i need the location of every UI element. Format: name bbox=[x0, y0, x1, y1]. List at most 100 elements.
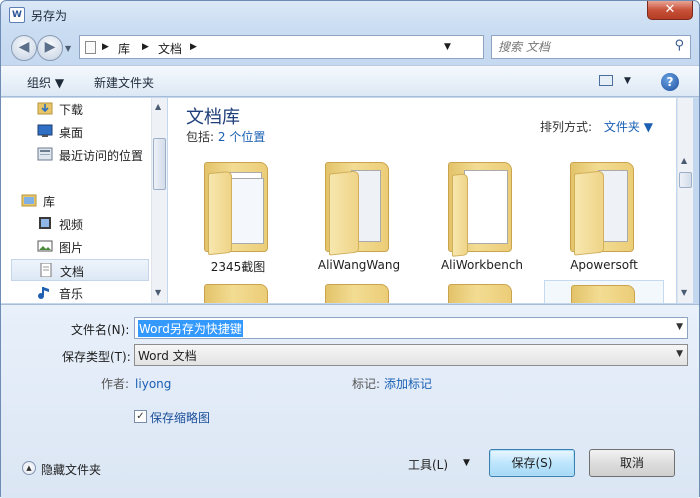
author-label: 作者: bbox=[101, 377, 130, 391]
save-button[interactable]: 保存(S) bbox=[489, 449, 575, 477]
library-title: 文档库 bbox=[186, 107, 240, 128]
folder-item[interactable] bbox=[544, 280, 664, 303]
scroll-thumb[interactable] bbox=[153, 138, 166, 190]
folder-icon bbox=[571, 281, 635, 303]
library-icon bbox=[21, 194, 37, 207]
sidebar-item-label: 图片 bbox=[59, 241, 84, 255]
file-list-scrollbar[interactable]: ▲ ▼ bbox=[677, 98, 693, 303]
pictures-icon bbox=[37, 240, 53, 252]
includes-label: 包括: bbox=[186, 130, 215, 144]
filename-dropdown-icon[interactable]: ▼ bbox=[676, 322, 683, 332]
organize-menu[interactable]: 组织 ▼ bbox=[27, 74, 64, 91]
new-folder-button[interactable]: 新建文件夹 bbox=[94, 74, 154, 91]
author-field: 作者: liyong bbox=[101, 375, 171, 392]
address-bar-row: ◀ ▶ ▼ ▶ 库 ▶ 文档 ▶ ▼ ↯ ⚲ bbox=[1, 31, 699, 63]
sidebar-item-label: 下载 bbox=[59, 103, 84, 117]
library-includes: 包括: 2 个位置 bbox=[186, 128, 265, 145]
collapse-up-icon[interactable]: ▲ bbox=[22, 461, 36, 475]
crumb-separator-icon: ▶ bbox=[190, 42, 197, 52]
sidebar-item-pictures[interactable]: 图片 bbox=[11, 236, 149, 258]
scroll-down-icon[interactable]: ▼ bbox=[681, 288, 687, 297]
back-arrow-icon: ◀ bbox=[18, 39, 30, 55]
sidebar-item-label: 最近访问的位置 bbox=[59, 149, 144, 163]
savetype-dropdown-icon[interactable]: ▼ bbox=[676, 349, 683, 359]
folder-item[interactable]: Apowersoft bbox=[544, 158, 664, 282]
sidebar-item-label: 桌面 bbox=[59, 126, 84, 140]
change-view-icon[interactable] bbox=[599, 75, 613, 86]
video-icon bbox=[39, 217, 51, 229]
word-app-icon: W bbox=[9, 7, 25, 23]
sidebar-item-downloads[interactable]: 下载 bbox=[11, 98, 149, 120]
folder-icon bbox=[570, 158, 634, 256]
save-as-dialog: W 另存为 ✕ ◀ ▶ ▼ ▶ 库 ▶ 文档 ▶ ▼ ↯ ⚲ 组织 ▼ 新建文件… bbox=[0, 0, 700, 498]
search-icon[interactable]: ⚲ bbox=[674, 38, 684, 53]
folder-name: 2345截图 bbox=[210, 260, 266, 274]
recent-pages-dropdown[interactable]: ▼ bbox=[65, 44, 71, 53]
documents-icon bbox=[40, 263, 52, 277]
savetype-select[interactable]: Word 文档 ▼ bbox=[134, 344, 688, 366]
search-input[interactable] bbox=[496, 38, 666, 56]
savetype-value: Word 文档 bbox=[138, 349, 197, 363]
forward-button[interactable]: ▶ bbox=[37, 35, 63, 61]
sidebar-item-label: 视频 bbox=[59, 218, 84, 232]
sidebar-item-recent-places[interactable]: 最近访问的位置 bbox=[11, 144, 149, 166]
navigation-pane: 下载 桌面 最近访问的位置 库 视频 图片 文档 音乐 bbox=[1, 98, 151, 303]
folder-item[interactable]: AliWangWang bbox=[299, 158, 419, 282]
folder-name: AliWangWang bbox=[317, 258, 401, 272]
filename-value[interactable]: Word另存为快捷键 bbox=[138, 320, 243, 337]
save-thumbnail-checkbox[interactable]: ✓ bbox=[134, 410, 147, 423]
folder-icon bbox=[204, 158, 268, 256]
tools-menu[interactable]: 工具(L) bbox=[408, 456, 448, 473]
sidebar-item-videos[interactable]: 视频 bbox=[11, 213, 149, 235]
sidebar-item-documents[interactable]: 文档 bbox=[11, 259, 149, 281]
folder-icon bbox=[325, 158, 389, 256]
folder-item[interactable]: 2345截图 bbox=[178, 158, 298, 282]
folder-name: AliWorkbench bbox=[440, 258, 524, 272]
command-bar: 组织 ▼ 新建文件夹 ▼ ? bbox=[1, 65, 699, 97]
folder-item[interactable]: AliWorkbench bbox=[422, 158, 542, 282]
folder-item[interactable] bbox=[422, 280, 542, 303]
sidebar-item-music[interactable]: 音乐 bbox=[11, 282, 149, 303]
folder-icon bbox=[325, 280, 389, 303]
sidebar-item-library[interactable]: 库 bbox=[11, 190, 149, 212]
help-icon[interactable]: ? bbox=[661, 73, 679, 91]
cancel-button[interactable]: 取消 bbox=[589, 449, 675, 477]
tags-field: 标记: 添加标记 bbox=[352, 375, 432, 392]
music-icon bbox=[38, 287, 49, 299]
folder-item[interactable] bbox=[178, 280, 298, 303]
address-dropdown-icon[interactable]: ▼ bbox=[444, 42, 451, 52]
crumb-separator-icon: ▶ bbox=[142, 42, 149, 52]
close-button[interactable]: ✕ bbox=[647, 1, 693, 20]
tools-dropdown-icon[interactable]: ▼ bbox=[463, 458, 470, 468]
file-list-pane: 文档库 包括: 2 个位置 排列方式: 文件夹 ▼ 2345截图 AliWang… bbox=[168, 98, 676, 303]
back-button[interactable]: ◀ bbox=[11, 35, 37, 61]
title-bar: W 另存为 ✕ bbox=[1, 1, 699, 31]
navigation-scrollbar[interactable]: ▲ ▼ bbox=[151, 98, 167, 303]
filename-field[interactable]: Word另存为快捷键 ▼ bbox=[134, 317, 688, 339]
scroll-thumb[interactable] bbox=[679, 172, 692, 188]
folder-icon bbox=[204, 280, 268, 303]
tags-label: 标记: bbox=[352, 377, 381, 391]
arrange-by-dropdown[interactable]: 文件夹 ▼ bbox=[604, 120, 653, 134]
tags-value[interactable]: 添加标记 bbox=[384, 377, 432, 391]
sidebar-item-desktop[interactable]: 桌面 bbox=[11, 121, 149, 143]
breadcrumb-library[interactable]: 库 bbox=[118, 40, 130, 57]
hide-folders-button[interactable]: 隐藏文件夹 bbox=[41, 461, 101, 478]
search-box[interactable]: ⚲ bbox=[491, 35, 691, 59]
breadcrumb-documents[interactable]: 文档 bbox=[158, 40, 182, 57]
scroll-up-icon[interactable]: ▲ bbox=[155, 102, 161, 111]
forward-arrow-icon: ▶ bbox=[44, 39, 56, 55]
scroll-up-icon[interactable]: ▲ bbox=[681, 156, 687, 165]
scroll-down-icon[interactable]: ▼ bbox=[155, 288, 161, 297]
view-dropdown-icon[interactable]: ▼ bbox=[624, 76, 631, 86]
author-value[interactable]: liyong bbox=[135, 377, 171, 391]
window-title: 另存为 bbox=[31, 9, 68, 23]
address-box[interactable]: ▶ 库 ▶ 文档 ▶ ▼ ↯ bbox=[79, 35, 560, 59]
sidebar-item-label: 音乐 bbox=[59, 287, 84, 301]
includes-locations-link[interactable]: 2 个位置 bbox=[218, 130, 265, 144]
folder-icon bbox=[448, 280, 512, 303]
recent-places-icon bbox=[37, 147, 53, 161]
save-thumbnail-label[interactable]: 保存缩略图 bbox=[150, 409, 210, 426]
filename-label: 文件名(N): bbox=[71, 323, 130, 337]
folder-item[interactable] bbox=[299, 280, 419, 303]
